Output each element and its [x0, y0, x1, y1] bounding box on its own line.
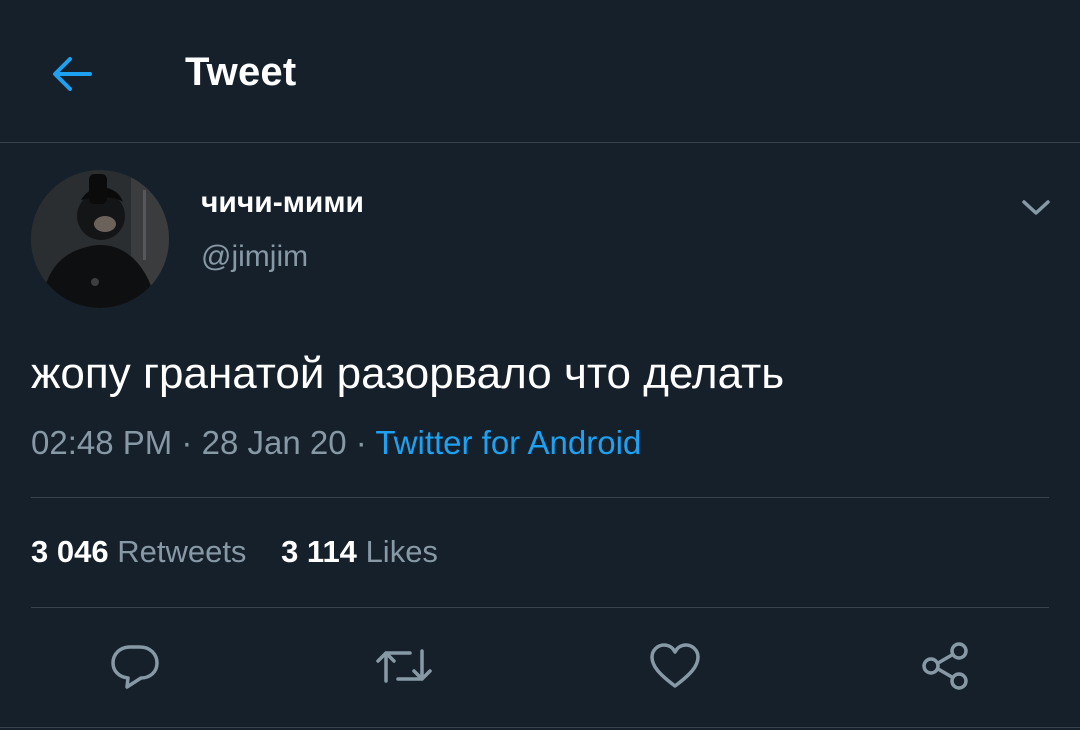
likes-stat[interactable]: 3 114 Likes: [281, 534, 438, 570]
retweets-label: Retweets: [117, 534, 247, 569]
retweets-count: 3 046: [31, 534, 109, 569]
tweet-source-link[interactable]: Twitter for Android: [375, 424, 641, 461]
tweet-detail-page: Tweet чичи-мими @jimjim жопу гранатой ра…: [0, 0, 1080, 730]
reply-icon: [111, 645, 159, 689]
tweet-meta: 02:48 PM · 28 Jan 20 · Twitter for Andro…: [31, 424, 641, 462]
author-handle[interactable]: @jimjim: [201, 240, 308, 274]
tweet-text: жопу гранатой разорвало что делать: [31, 349, 785, 398]
divider: [31, 497, 1049, 498]
reply-button[interactable]: [105, 636, 165, 696]
top-bar: Tweet: [0, 0, 1080, 143]
meta-separator: ·: [355, 424, 367, 461]
likes-count: 3 114: [281, 534, 357, 569]
author-display-name[interactable]: чичи-мими: [201, 186, 364, 220]
share-icon: [922, 642, 968, 690]
divider: [0, 727, 1080, 728]
tweet-menu-button[interactable]: [1012, 188, 1060, 228]
retweets-stat[interactable]: 3 046 Retweets: [31, 534, 246, 570]
like-icon: [650, 643, 700, 688]
back-button[interactable]: [44, 46, 100, 102]
retweet-button[interactable]: [374, 636, 434, 696]
divider: [31, 607, 1049, 608]
tweet-date: 28 Jan 20: [201, 424, 347, 461]
tweet-stats: 3 046 Retweets 3 114 Likes: [31, 534, 438, 570]
avatar[interactable]: [31, 170, 169, 308]
meta-separator: ·: [181, 424, 193, 461]
share-button[interactable]: [915, 636, 975, 696]
chevron-down-icon: [1022, 200, 1050, 215]
likes-label: Likes: [365, 534, 438, 569]
like-button[interactable]: [645, 636, 705, 696]
page-title: Tweet: [185, 50, 297, 94]
retweet-icon: [376, 649, 432, 683]
tweet-time: 02:48 PM: [31, 424, 173, 461]
arrow-left-icon: [53, 57, 92, 91]
